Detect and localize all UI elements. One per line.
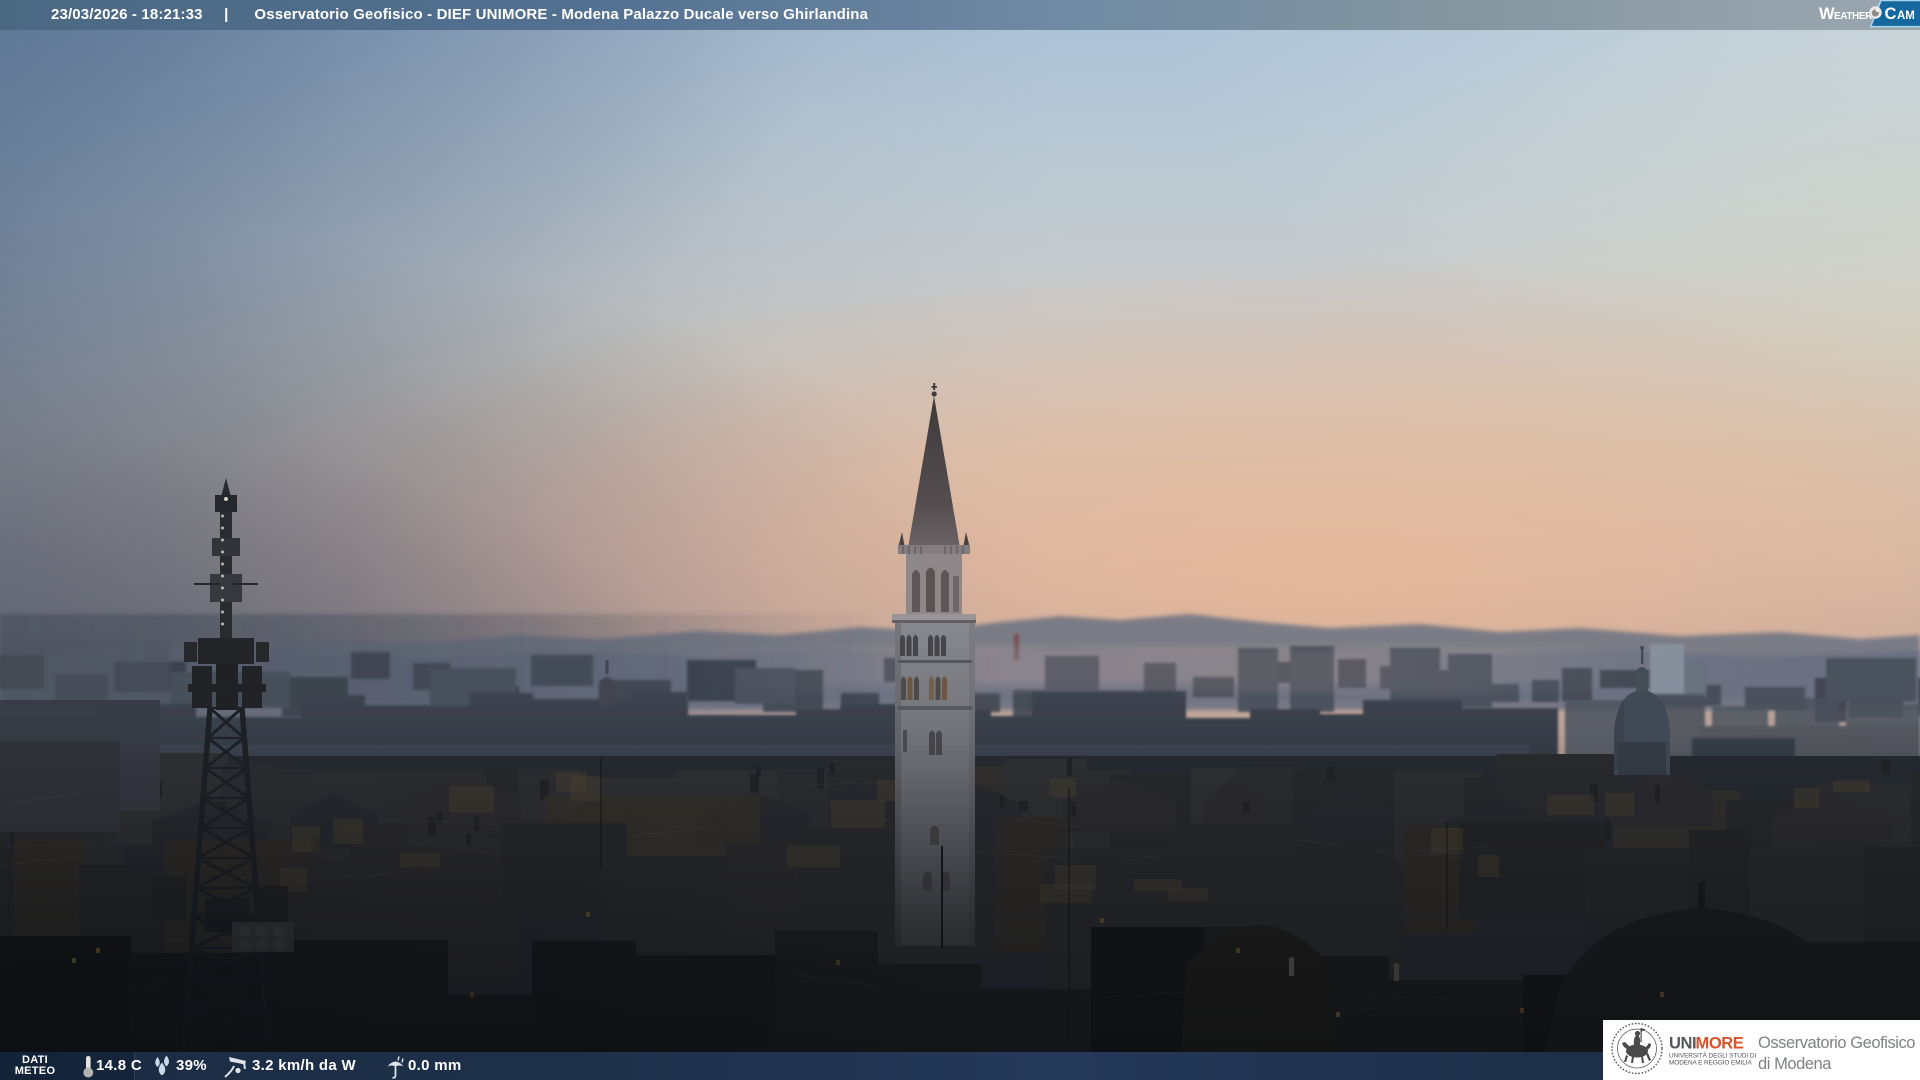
svg-text:UNI: UNI [1669,1035,1696,1053]
svg-text:C: C [1885,5,1897,23]
svg-text:EATHER: EATHER [1834,11,1873,22]
svg-text:Osservatorio Geofisico: Osservatorio Geofisico [1758,1034,1915,1052]
svg-text:MORE: MORE [1696,1035,1744,1053]
svg-text:MODENA E REGGIO EMILIA: MODENA E REGGIO EMILIA [1669,1060,1752,1067]
svg-text:UNIVERSITÀ DEGLI STUDI DI: UNIVERSITÀ DEGLI STUDI DI [1669,1051,1756,1060]
svg-text:W: W [1819,5,1835,23]
svg-text:AM: AM [1897,10,1915,22]
svg-text:di Modena: di Modena [1758,1055,1832,1073]
